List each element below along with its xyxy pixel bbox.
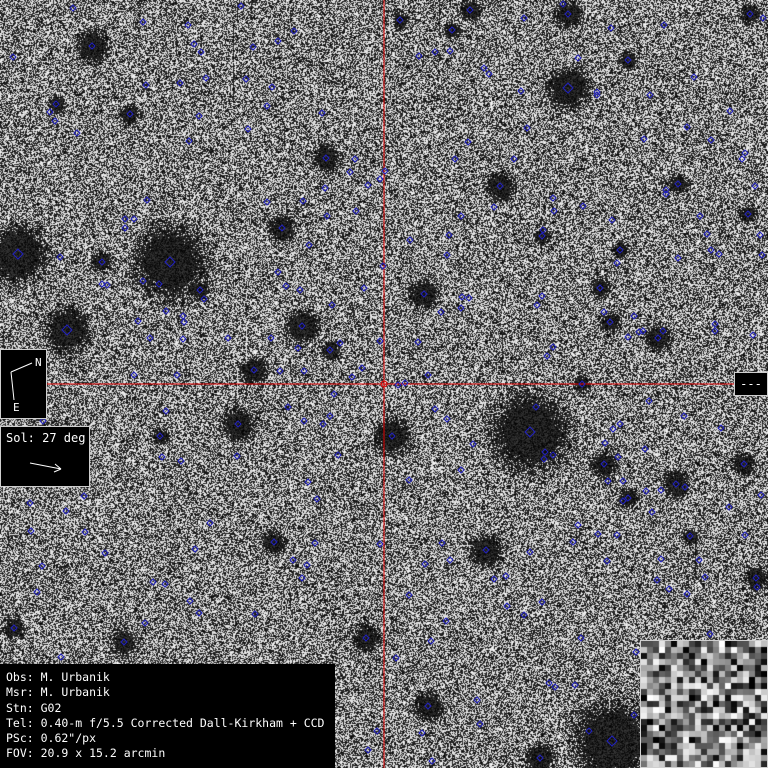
measurer-line: Msr: M. Urbanik [6,685,110,700]
east-label: E [13,401,20,414]
magnitude-box: --- [734,372,768,396]
motion-arrow-icon [29,462,62,473]
telescope-line: Tel: 0.40-m f/5.5 Corrected Dall-Kirkham… [6,715,325,730]
fov-line: FOV: 20.9 x 15.2 arcmin [6,746,166,761]
compass-panel: N E [0,349,47,419]
zoom-thumbnail-image [641,641,767,767]
north-label: N [35,356,42,369]
observer-line: Obs: M. Urbanik [6,670,110,684]
station-line: Stn: G02 [6,700,62,715]
observation-info-panel: Obs: M. Urbanik Msr: M. Urbanik Stn: G02… [0,664,335,768]
motion-direction-panel: Sol: 27 deg [0,426,90,487]
pixel-scale-line: PSc: 0.62"/px [6,731,97,746]
zoom-thumbnail [640,640,768,768]
